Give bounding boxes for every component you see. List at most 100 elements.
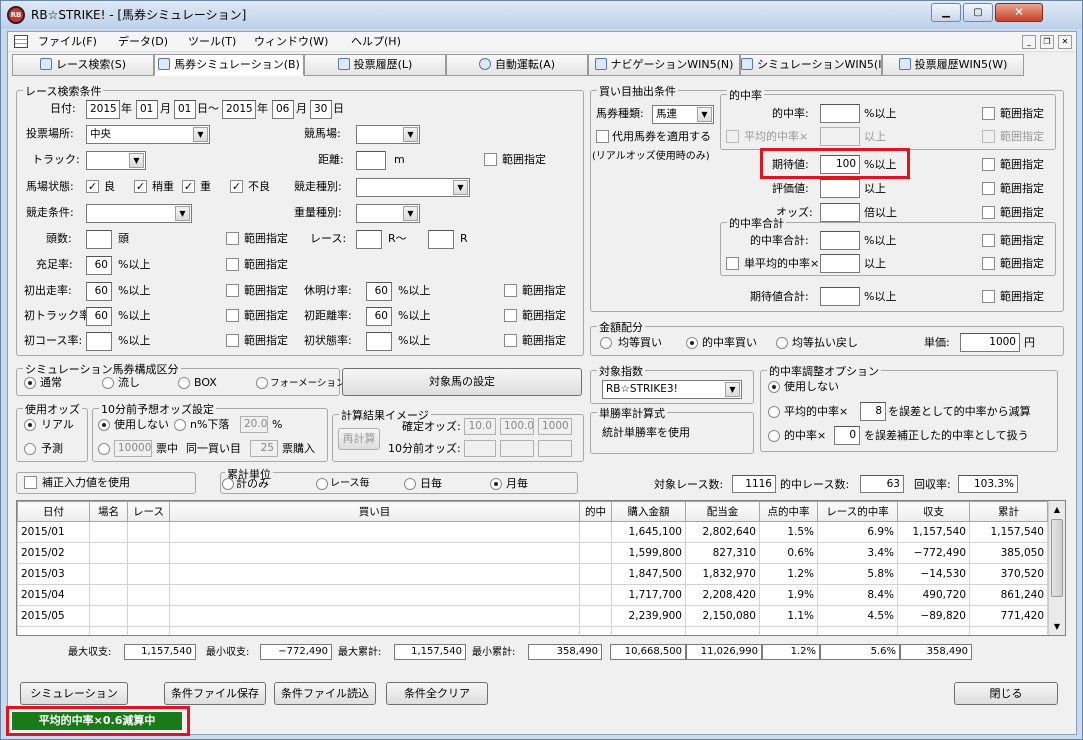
odds-input[interactable] — [820, 203, 860, 222]
odds-predict-radio[interactable] — [24, 443, 36, 455]
load-conditions-button[interactable]: 条件ファイル読込 — [274, 682, 376, 705]
mdi-close-icon[interactable]: ✕ — [1058, 35, 1072, 49]
recalc-button[interactable]: 再計算 — [338, 428, 380, 450]
day-to-input[interactable]: 30 — [310, 100, 332, 119]
unit-race-radio[interactable] — [316, 478, 328, 490]
close-button[interactable]: 閉じる — [954, 682, 1058, 705]
first-distance-range-checkbox[interactable] — [504, 309, 517, 322]
unit-total-radio[interactable] — [222, 478, 234, 490]
simulation-button[interactable]: シミュレーション — [20, 682, 128, 705]
cond-slightly-heavy-checkbox[interactable]: ✓ — [134, 180, 147, 193]
odds10-nouse-radio[interactable] — [98, 419, 110, 431]
single-avg-range-checkbox[interactable] — [982, 257, 995, 270]
weight-select[interactable]: ▼ — [356, 204, 420, 223]
avg-hit-range-checkbox[interactable] — [982, 130, 995, 143]
comp-formation-radio[interactable] — [256, 377, 268, 389]
odds-real-radio[interactable] — [24, 419, 36, 431]
odds10-drop-radio[interactable] — [174, 419, 186, 431]
distance-range-checkbox[interactable] — [484, 153, 497, 166]
unit-month-radio[interactable] — [490, 478, 502, 490]
menu-file[interactable]: ファイル(F) — [38, 35, 97, 49]
col-date[interactable]: 日付 — [17, 501, 90, 522]
scroll-down-icon[interactable]: ▼ — [1050, 619, 1064, 634]
target-index-select[interactable]: RB☆STRIKE3! ▼ — [602, 380, 742, 399]
cond-heavy-checkbox[interactable]: ✓ — [182, 180, 195, 193]
avg-hit-checkbox[interactable] — [726, 130, 739, 143]
first-track-input[interactable]: 60 — [86, 307, 112, 326]
ticket-type-select[interactable]: 馬連 ▼ — [652, 105, 714, 124]
tab-simulation-win5[interactable]: シミュレーションWIN5(I) — [740, 54, 886, 76]
tab-auto-run[interactable]: 自動運転(A) — [446, 54, 588, 76]
first-distance-input[interactable]: 60 — [366, 307, 392, 326]
single-avg-input[interactable] — [820, 254, 860, 273]
menu-window[interactable]: ウィンドウ(W) — [254, 35, 328, 49]
heads-input[interactable] — [86, 230, 112, 249]
minimize-button[interactable]: ▁ — [931, 3, 961, 22]
col-hit[interactable]: 的中 — [579, 501, 612, 522]
first-run-range-checkbox[interactable] — [226, 284, 239, 297]
alloc-hit-radio[interactable] — [686, 337, 698, 349]
odds10-count-radio[interactable] — [98, 443, 110, 455]
adjust-multiply-radio[interactable] — [768, 430, 780, 442]
fulfill-range-checkbox[interactable] — [226, 258, 239, 271]
col-race[interactable]: レース — [127, 501, 170, 522]
tab-simulation[interactable]: 馬券シミュレーション(B) — [154, 54, 304, 76]
rest-rate-input[interactable]: 60 — [366, 282, 392, 301]
unit-day-radio[interactable] — [404, 478, 416, 490]
first-run-input[interactable]: 60 — [86, 282, 112, 301]
first-state-range-checkbox[interactable] — [504, 334, 517, 347]
substitute-checkbox[interactable] — [596, 130, 609, 143]
first-course-range-checkbox[interactable] — [226, 334, 239, 347]
tab-navigation-win5[interactable]: ナビゲーションWIN5(N) — [588, 54, 740, 76]
comp-box-radio[interactable] — [178, 377, 190, 389]
track-select[interactable]: ▼ — [356, 125, 420, 144]
correction-checkbox[interactable] — [24, 476, 37, 489]
alloc-payout-radio[interactable] — [776, 337, 788, 349]
col-cumulative[interactable]: 累計 — [969, 501, 1048, 522]
month-to-input[interactable]: 06 — [272, 100, 294, 119]
surface-select[interactable]: ▼ — [86, 151, 146, 170]
table-row[interactable] — [17, 626, 1048, 635]
tab-vote-history[interactable]: 投票履歴(L) — [304, 54, 446, 76]
distance-input[interactable] — [356, 151, 386, 170]
menu-tools[interactable]: ツール(T) — [188, 35, 236, 49]
race-cond-select[interactable]: ▼ — [86, 204, 192, 223]
col-balance[interactable]: 収支 — [897, 501, 970, 522]
col-purchase[interactable]: 購入金額 — [611, 501, 686, 522]
hit-sum-range-checkbox[interactable] — [982, 234, 995, 247]
comp-flow-radio[interactable] — [102, 377, 114, 389]
cond-good-checkbox[interactable]: ✓ — [86, 180, 99, 193]
race-to-input[interactable] — [428, 230, 454, 249]
adjust-multiply-input[interactable]: 0 — [834, 426, 860, 445]
scroll-thumb[interactable] — [1051, 519, 1063, 597]
menu-data[interactable]: データ(D) — [118, 35, 168, 49]
single-avg-checkbox[interactable] — [726, 257, 739, 270]
mdi-minimize-icon[interactable]: _ — [1022, 35, 1036, 49]
save-conditions-button[interactable]: 条件ファイル保存 — [164, 682, 266, 705]
col-payout[interactable]: 配当金 — [685, 501, 760, 522]
col-point-hit[interactable]: 点的中率 — [759, 501, 818, 522]
col-bet[interactable]: 買い目 — [169, 501, 580, 522]
table-row[interactable]: 2015/05 2,239,900 2,150,080 1.1% 4.5% −89,820… — [17, 605, 1048, 627]
expect-range-checkbox[interactable] — [982, 158, 995, 171]
heads-range-checkbox[interactable] — [226, 232, 239, 245]
odds-range-checkbox[interactable] — [982, 206, 995, 219]
unit-price-input[interactable]: 1000 — [960, 333, 1020, 352]
eval-input[interactable] — [820, 179, 860, 198]
hit-sum-input[interactable] — [820, 231, 860, 250]
maximize-button[interactable]: ▢ — [963, 3, 993, 22]
race-from-input[interactable] — [356, 230, 382, 249]
col-place[interactable]: 場名 — [89, 501, 128, 522]
avg-hit-input[interactable] — [820, 127, 860, 146]
comp-normal-radio[interactable] — [24, 377, 36, 389]
first-course-input[interactable] — [86, 332, 112, 351]
adjust-nouse-radio[interactable] — [768, 381, 780, 393]
race-kind-select[interactable]: ▼ — [356, 178, 470, 197]
mdi-restore-icon[interactable]: ❐ — [1040, 35, 1054, 49]
tab-history-win5[interactable]: 投票履歴WIN5(W) — [882, 54, 1024, 76]
odds10-count-input[interactable]: 25 — [250, 440, 278, 457]
odds10-yen-input[interactable]: 10000 — [114, 440, 152, 457]
expect-total-range-checkbox[interactable] — [982, 290, 995, 303]
adjust-subtract-input[interactable]: 8 — [860, 402, 886, 421]
table-row[interactable]: 2015/02 1,599,800 827,310 0.6% 3.4% −772,490 3… — [17, 542, 1048, 564]
